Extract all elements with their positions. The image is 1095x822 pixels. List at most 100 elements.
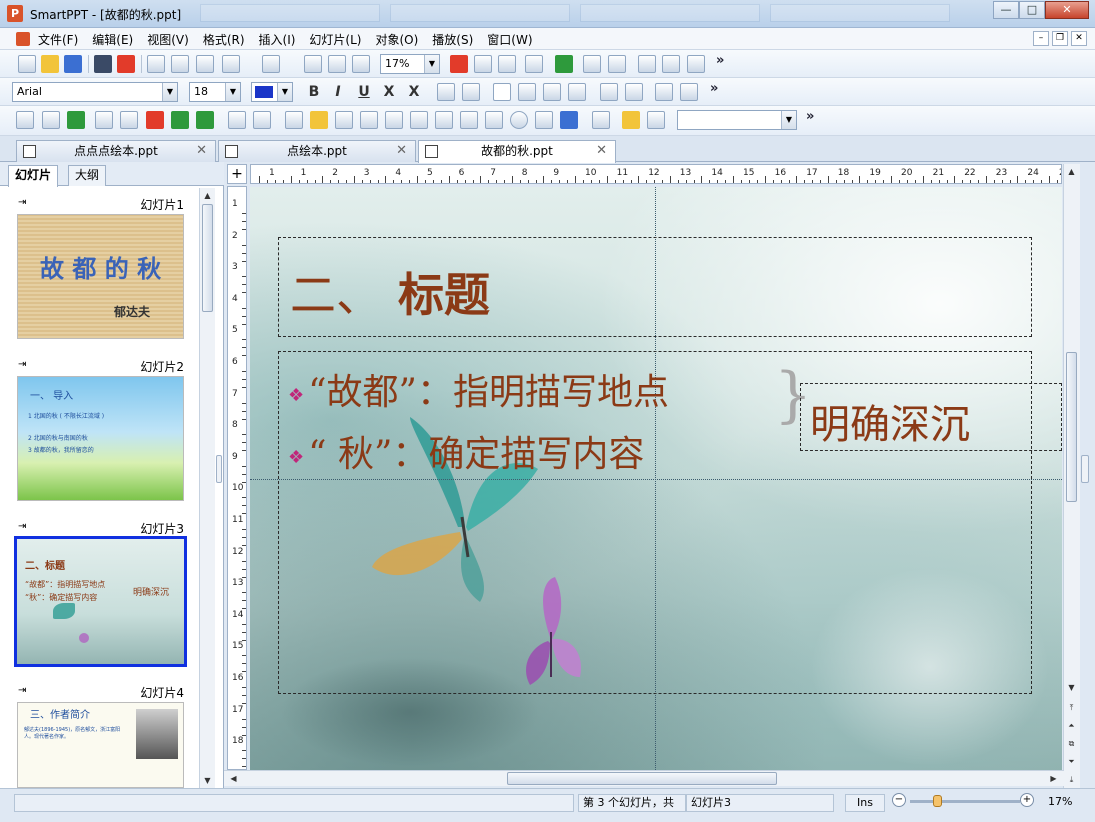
copy-icon[interactable] [171,55,189,73]
dropdown-arrow-icon[interactable]: ▼ [277,83,292,101]
new-file-icon[interactable] [18,55,36,73]
connector-icon[interactable] [385,111,403,129]
align-left-icon[interactable] [493,83,511,101]
paragraph-icon[interactable] [555,55,573,73]
slide-title[interactable]: 二、 标题 [290,259,490,325]
next-slide-icon[interactable]: ⏷ [1064,754,1079,769]
selection-icon[interactable] [647,111,665,129]
pdf-icon[interactable] [117,55,135,73]
maximize-button[interactable]: □ [1019,1,1045,19]
slide-thumbnail-3[interactable]: 二、标题 “故都”：指明描写地点 “秋”：确定描写内容 明确深沉 [14,536,187,667]
elbow-connector-icon[interactable] [410,111,428,129]
zoom-combo[interactable]: 17% ▼ [380,54,440,74]
ruler-origin-icon[interactable]: + [227,164,247,184]
align-center-icon[interactable] [518,83,536,101]
slide-thumbnail-4[interactable]: 三、作者简介 郁达夫(1896-1945)，原名郁文，浙江富阳人。现代著名作家。 [17,702,184,788]
slide-number-icon[interactable] [304,55,322,73]
undo-icon[interactable] [222,55,240,73]
rectangle-icon[interactable] [460,111,478,129]
italic-button[interactable]: I [329,83,347,101]
magnifier-icon[interactable] [352,55,370,73]
previous-slide-icon[interactable]: ⏶ [1064,718,1079,733]
underline-button[interactable]: U [355,83,373,101]
scroll-down-icon[interactable]: ▼ [1064,680,1079,695]
align-right-icon[interactable] [543,83,561,101]
star-icon[interactable] [622,111,640,129]
pencil-icon[interactable] [310,111,328,129]
tab-outline[interactable]: 大纲 [68,165,107,186]
spell-check-icon[interactable] [583,55,601,73]
cut-icon[interactable] [147,55,165,73]
menu-play[interactable]: 播放(S) [432,31,473,48]
bullet-list-icon[interactable] [655,83,673,101]
zoom-slider[interactable] [910,800,1020,803]
close-button[interactable]: ✕ [1045,1,1089,19]
bullet-item[interactable]: ❖ “ 秋”：确定描写内容 [288,425,644,477]
tab-close-icon[interactable]: ✕ [596,141,607,161]
object-icon[interactable] [687,55,705,73]
dropdown-arrow-icon[interactable]: ▼ [781,111,796,129]
panel-scrollbar[interactable]: ▲ ▼ [199,188,215,788]
scrollbar-thumb[interactable] [202,204,213,312]
redo-icon[interactable] [262,55,280,73]
menu-view[interactable]: 视图(V) [147,31,189,48]
bullet-item[interactable]: ❖ “故都”：指明描写地点 [288,363,669,415]
curve-icon[interactable] [335,111,353,129]
line-icon[interactable] [285,111,303,129]
scroll-left-icon[interactable]: ◀ [226,771,241,786]
insert-title-icon[interactable] [146,111,164,129]
zoom-slider-handle[interactable] [932,795,942,807]
bold-button[interactable]: B [305,83,323,101]
picture-icon[interactable] [662,55,680,73]
insert-table-icon[interactable] [42,111,60,129]
right-panel-splitter[interactable] [1081,455,1089,483]
numbered-list-icon[interactable] [680,83,698,101]
menu-edit[interactable]: 编辑(E) [92,31,133,48]
ungroup-icon[interactable] [253,111,271,129]
font-color-picker[interactable]: ▼ [251,82,293,102]
canvas-horizontal-scrollbar[interactable]: ◀ ▶ [224,770,1064,786]
insert-text-icon[interactable] [16,111,34,129]
slide-select-icon[interactable]: ⧉ [1064,736,1079,751]
insert-chart-icon[interactable] [474,55,492,73]
insert-frame-icon[interactable] [171,111,189,129]
zoom-in-icon[interactable]: + [1020,793,1034,807]
toolbar-more-icon[interactable]: » [806,109,814,124]
dropdown-arrow-icon[interactable]: ▼ [225,83,240,101]
tab-document-1[interactable]: 点点点绘本.ppt ✕ [16,140,216,162]
list-icon[interactable] [498,55,516,73]
menu-format[interactable]: 格式(R) [203,31,245,48]
tab-close-icon[interactable]: ✕ [396,141,407,161]
tab-document-2[interactable]: 点绘本.ppt ✕ [218,140,416,162]
insert-image-icon[interactable] [67,111,85,129]
minimize-button[interactable]: — [993,1,1019,19]
ellipse-icon[interactable] [510,111,528,129]
tab-slides[interactable]: 幻灯片 [8,165,59,187]
text-color-a-icon[interactable] [450,55,468,73]
strikethrough-button[interactable]: X [380,83,398,101]
scrollbar-thumb[interactable] [1066,352,1077,502]
doc-restore-button[interactable]: ❐ [1052,31,1068,46]
menu-file[interactable]: 文件(F) [38,31,78,48]
slide-canvas[interactable]: 二、 标题 ❖ “故都”：指明描写地点 ❖ “ 秋”：确定描写内容 } 明确深沉 [250,187,1062,770]
insert-placeholder-icon[interactable] [196,111,214,129]
tab-document-3[interactable]: 故都的秋.ppt ✕ [418,140,616,163]
paste-icon[interactable] [196,55,214,73]
dropdown-arrow-icon[interactable]: ▼ [162,83,177,101]
menu-object[interactable]: 对象(O) [375,31,418,48]
save-icon[interactable] [64,55,82,73]
font-name-combo[interactable]: Arial ▼ [12,82,178,102]
increase-font-icon[interactable] [437,83,455,101]
scroll-down-icon[interactable]: ▼ [200,773,215,788]
zoom-out-icon[interactable]: − [892,793,906,807]
statistics-icon[interactable] [608,55,626,73]
arrow-line-icon[interactable] [360,111,378,129]
increase-indent-icon[interactable] [625,83,643,101]
zoom-tool-icon[interactable] [328,55,346,73]
decrease-font-icon[interactable] [462,83,480,101]
insert-formula-icon[interactable] [120,111,138,129]
scroll-up-icon[interactable]: ▲ [1064,164,1079,179]
last-slide-icon[interactable]: ⤓ [1064,772,1079,787]
canvas-scrollbar[interactable]: ▲ ▼ ⤒ ⏶ ⧉ ⏷ ⤓ [1063,164,1080,788]
word-art-icon[interactable] [560,111,578,129]
